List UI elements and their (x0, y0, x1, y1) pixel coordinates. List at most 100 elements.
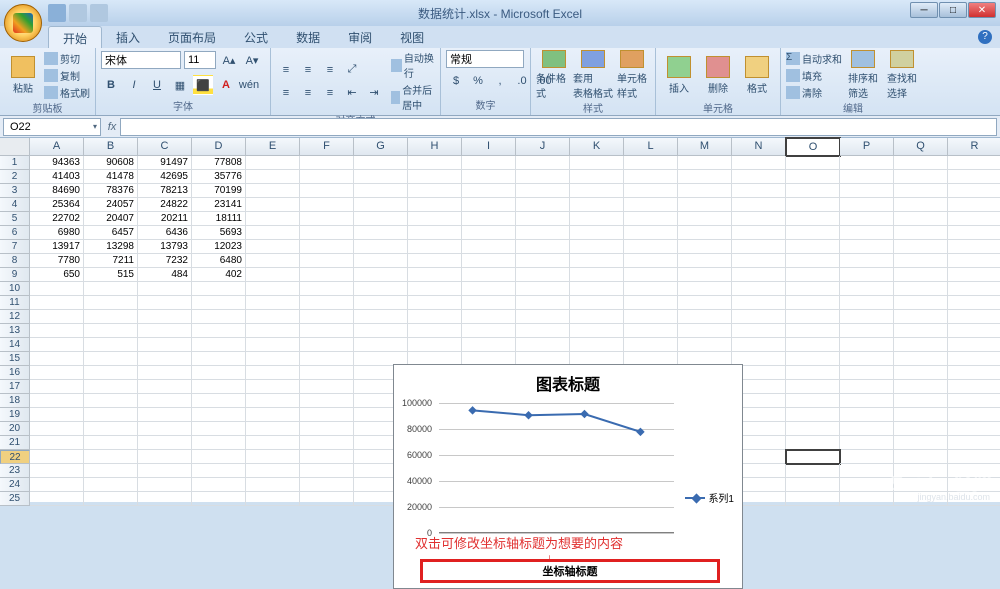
bold-button[interactable]: B (101, 75, 121, 95)
cell[interactable] (840, 436, 894, 450)
increase-font-icon[interactable]: A▴ (219, 50, 239, 70)
cell[interactable]: 6980 (30, 226, 84, 240)
column-header[interactable]: G (354, 138, 408, 156)
cell[interactable] (300, 198, 354, 212)
row-header[interactable]: 13 (0, 324, 30, 338)
cell[interactable] (30, 352, 84, 366)
office-button[interactable] (4, 4, 42, 42)
cell[interactable] (354, 198, 408, 212)
cell[interactable]: 13793 (138, 240, 192, 254)
cell[interactable] (84, 436, 138, 450)
column-header[interactable]: A (30, 138, 84, 156)
cell[interactable] (192, 408, 246, 422)
cell[interactable] (732, 212, 786, 226)
cell[interactable] (300, 282, 354, 296)
cell[interactable] (30, 282, 84, 296)
cell[interactable]: 650 (30, 268, 84, 282)
indent-dec-icon[interactable]: ⇤ (342, 83, 362, 103)
cell[interactable] (408, 324, 462, 338)
cell[interactable] (246, 464, 300, 478)
cell[interactable] (624, 240, 678, 254)
cell[interactable] (840, 254, 894, 268)
cell[interactable] (678, 198, 732, 212)
cell[interactable] (786, 450, 840, 464)
tab-review[interactable]: 审阅 (334, 26, 386, 48)
cell[interactable] (894, 268, 948, 282)
close-button[interactable]: ✕ (968, 2, 996, 18)
cell[interactable] (408, 254, 462, 268)
cell[interactable] (354, 338, 408, 352)
cell[interactable] (948, 296, 1000, 310)
cell[interactable] (300, 212, 354, 226)
cell[interactable] (678, 338, 732, 352)
cell[interactable] (678, 282, 732, 296)
cell[interactable] (462, 324, 516, 338)
cell[interactable] (462, 226, 516, 240)
cell[interactable] (786, 282, 840, 296)
cell[interactable] (84, 310, 138, 324)
cell[interactable] (786, 184, 840, 198)
cell[interactable] (300, 226, 354, 240)
orientation-icon[interactable]: ⤢ (342, 60, 362, 80)
cell[interactable] (408, 282, 462, 296)
row-header[interactable]: 3 (0, 184, 30, 198)
cell[interactable] (786, 198, 840, 212)
cell[interactable] (462, 156, 516, 170)
cell[interactable] (246, 212, 300, 226)
tab-view[interactable]: 视图 (386, 26, 438, 48)
row-header[interactable]: 19 (0, 408, 30, 422)
cell[interactable] (732, 254, 786, 268)
cell[interactable] (948, 436, 1000, 450)
cell[interactable] (192, 380, 246, 394)
cell[interactable] (84, 380, 138, 394)
cell[interactable] (138, 450, 192, 464)
cell[interactable] (732, 198, 786, 212)
column-header[interactable]: O (786, 138, 840, 156)
cell[interactable] (246, 198, 300, 212)
cell[interactable] (624, 170, 678, 184)
cell[interactable] (246, 338, 300, 352)
row-header[interactable]: 22 (0, 450, 30, 464)
cell[interactable]: 94363 (30, 156, 84, 170)
cell[interactable] (246, 380, 300, 394)
cell[interactable] (192, 338, 246, 352)
cell[interactable]: 6457 (84, 226, 138, 240)
cell[interactable] (516, 254, 570, 268)
cell[interactable] (138, 408, 192, 422)
cell[interactable] (354, 170, 408, 184)
cell[interactable] (246, 240, 300, 254)
cell[interactable] (408, 296, 462, 310)
cell[interactable] (570, 226, 624, 240)
clear-button[interactable]: 清除 (786, 85, 842, 100)
select-all-corner[interactable] (0, 138, 30, 156)
cell[interactable]: 13298 (84, 240, 138, 254)
cell[interactable] (786, 254, 840, 268)
cell[interactable] (192, 436, 246, 450)
cell[interactable] (462, 184, 516, 198)
cell[interactable] (894, 184, 948, 198)
cell[interactable] (894, 198, 948, 212)
row-header[interactable]: 1 (0, 156, 30, 170)
cell[interactable] (354, 310, 408, 324)
cell[interactable] (732, 296, 786, 310)
cell[interactable] (84, 352, 138, 366)
column-header[interactable]: N (732, 138, 786, 156)
cell[interactable] (624, 156, 678, 170)
cell[interactable] (516, 296, 570, 310)
column-header[interactable]: K (570, 138, 624, 156)
cell[interactable] (840, 464, 894, 478)
cell[interactable] (246, 296, 300, 310)
cell[interactable]: 70199 (192, 184, 246, 198)
cell[interactable] (732, 268, 786, 282)
fill-button[interactable]: 填充 (786, 68, 842, 83)
column-header[interactable]: Q (894, 138, 948, 156)
cell[interactable] (354, 324, 408, 338)
cell[interactable] (138, 324, 192, 338)
underline-button[interactable]: U (147, 75, 167, 95)
cell[interactable] (948, 198, 1000, 212)
cell[interactable] (408, 310, 462, 324)
cell[interactable] (948, 352, 1000, 366)
cell[interactable] (732, 226, 786, 240)
align-top-icon[interactable]: ≡ (276, 60, 296, 80)
cell[interactable] (84, 338, 138, 352)
